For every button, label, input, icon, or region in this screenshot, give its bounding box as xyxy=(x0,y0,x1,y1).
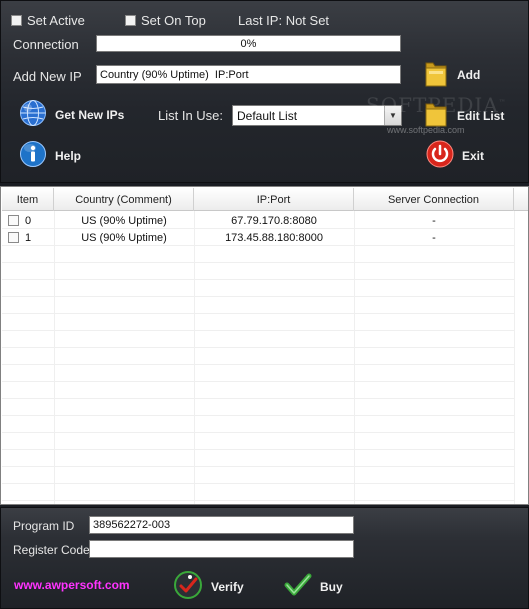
empty-table-row xyxy=(2,280,514,297)
table-row[interactable]: 0 US (90% Uptime) 67.79.170.8:8080 - xyxy=(2,212,514,229)
folder-icon xyxy=(423,58,449,91)
edit-folder-icon xyxy=(423,100,449,131)
program-id-label: Program ID xyxy=(13,519,75,533)
empty-table-row xyxy=(2,467,514,484)
connection-progress-bar: 0% xyxy=(96,35,401,52)
proxy-list-table: Item Country (Comment) IP:Port Server Co… xyxy=(0,186,529,505)
last-ip-status: Last IP: Not Set xyxy=(238,13,330,28)
row-ip-port: 67.79.170.8:8080 xyxy=(231,214,317,227)
bottom-panel: Program ID Register Code: www.awpersoft.… xyxy=(0,507,529,609)
add-button[interactable]: Add xyxy=(423,58,480,91)
row-server-connection: - xyxy=(432,231,436,244)
connection-progress-text: 0% xyxy=(240,37,257,50)
get-new-ips-button[interactable]: Get New IPs xyxy=(19,99,124,130)
empty-table-row xyxy=(2,484,514,501)
row-ip-port: 173.45.88.180:8000 xyxy=(225,231,323,244)
column-header-item[interactable]: Item xyxy=(2,188,54,211)
row-checkbox-cell[interactable]: 0 xyxy=(8,212,31,229)
empty-table-row xyxy=(2,365,514,382)
list-in-use-value: Default List xyxy=(237,108,298,123)
add-new-ip-label: Add New IP xyxy=(13,69,82,84)
column-header-country[interactable]: Country (Comment) xyxy=(54,188,194,211)
column-header-ip-port[interactable]: IP:Port xyxy=(194,188,354,211)
top-panel: Set Active Set On Top Last IP: Not Set C… xyxy=(0,0,529,183)
empty-table-row xyxy=(2,416,514,433)
new-ip-input[interactable] xyxy=(96,65,401,84)
add-button-label: Add xyxy=(457,67,481,82)
exit-label: Exit xyxy=(462,148,485,163)
empty-table-row xyxy=(2,399,514,416)
info-icon xyxy=(19,140,47,171)
column-header-server-connection[interactable]: Server Connection xyxy=(354,188,514,211)
get-new-ips-label: Get New IPs xyxy=(55,107,125,122)
set-on-top-label: Set On Top xyxy=(141,13,206,28)
table-header: Item Country (Comment) IP:Port Server Co… xyxy=(2,188,528,211)
empty-table-row xyxy=(2,382,514,399)
empty-table-row xyxy=(2,263,514,280)
register-code-label: Register Code: xyxy=(13,543,94,557)
set-active-label: Set Active xyxy=(27,13,85,28)
row-country: US (90% Uptime) xyxy=(81,214,167,227)
website-link[interactable]: www.awpersoft.com xyxy=(14,578,130,592)
checkmark-icon xyxy=(284,572,312,601)
empty-table-row xyxy=(2,246,514,263)
empty-table-row xyxy=(2,297,514,314)
row-checkbox[interactable] xyxy=(8,232,19,243)
row-checkbox[interactable] xyxy=(8,215,19,226)
list-in-use-label: List In Use: xyxy=(158,108,224,123)
set-on-top-box[interactable] xyxy=(125,15,136,26)
set-on-top-checkbox[interactable]: Set On Top xyxy=(125,13,206,28)
row-server-connection: - xyxy=(432,214,436,227)
row-checkbox-cell[interactable]: 1 xyxy=(8,229,31,246)
exit-button[interactable]: Exit xyxy=(426,140,484,171)
column-header-filler xyxy=(514,188,528,211)
power-icon xyxy=(426,140,454,171)
verify-button[interactable]: Verify xyxy=(173,570,244,603)
empty-table-row xyxy=(2,331,514,348)
row-item: 1 xyxy=(25,231,32,244)
buy-label: Buy xyxy=(320,579,343,594)
globe-icon xyxy=(19,99,47,130)
help-label: Help xyxy=(55,148,82,163)
row-country: US (90% Uptime) xyxy=(81,231,167,244)
empty-table-row xyxy=(2,348,514,365)
empty-table-row xyxy=(2,314,514,331)
edit-list-button[interactable]: Edit List xyxy=(423,100,504,131)
buy-button[interactable]: Buy xyxy=(284,572,343,601)
set-active-checkbox[interactable]: Set Active xyxy=(11,13,85,28)
program-id-field[interactable] xyxy=(89,516,354,534)
empty-table-row xyxy=(2,450,514,467)
run-check-icon xyxy=(173,570,203,603)
help-button[interactable]: Help xyxy=(19,140,81,171)
row-item: 0 xyxy=(25,214,32,227)
verify-label: Verify xyxy=(211,579,244,594)
connection-label: Connection xyxy=(13,37,79,52)
table-row[interactable]: 1 US (90% Uptime) 173.45.88.180:8000 - xyxy=(2,229,514,246)
set-active-box[interactable] xyxy=(11,15,22,26)
register-code-input[interactable] xyxy=(89,540,354,558)
empty-table-row xyxy=(2,433,514,450)
column-divider xyxy=(514,211,515,504)
edit-list-label: Edit List xyxy=(457,108,505,123)
